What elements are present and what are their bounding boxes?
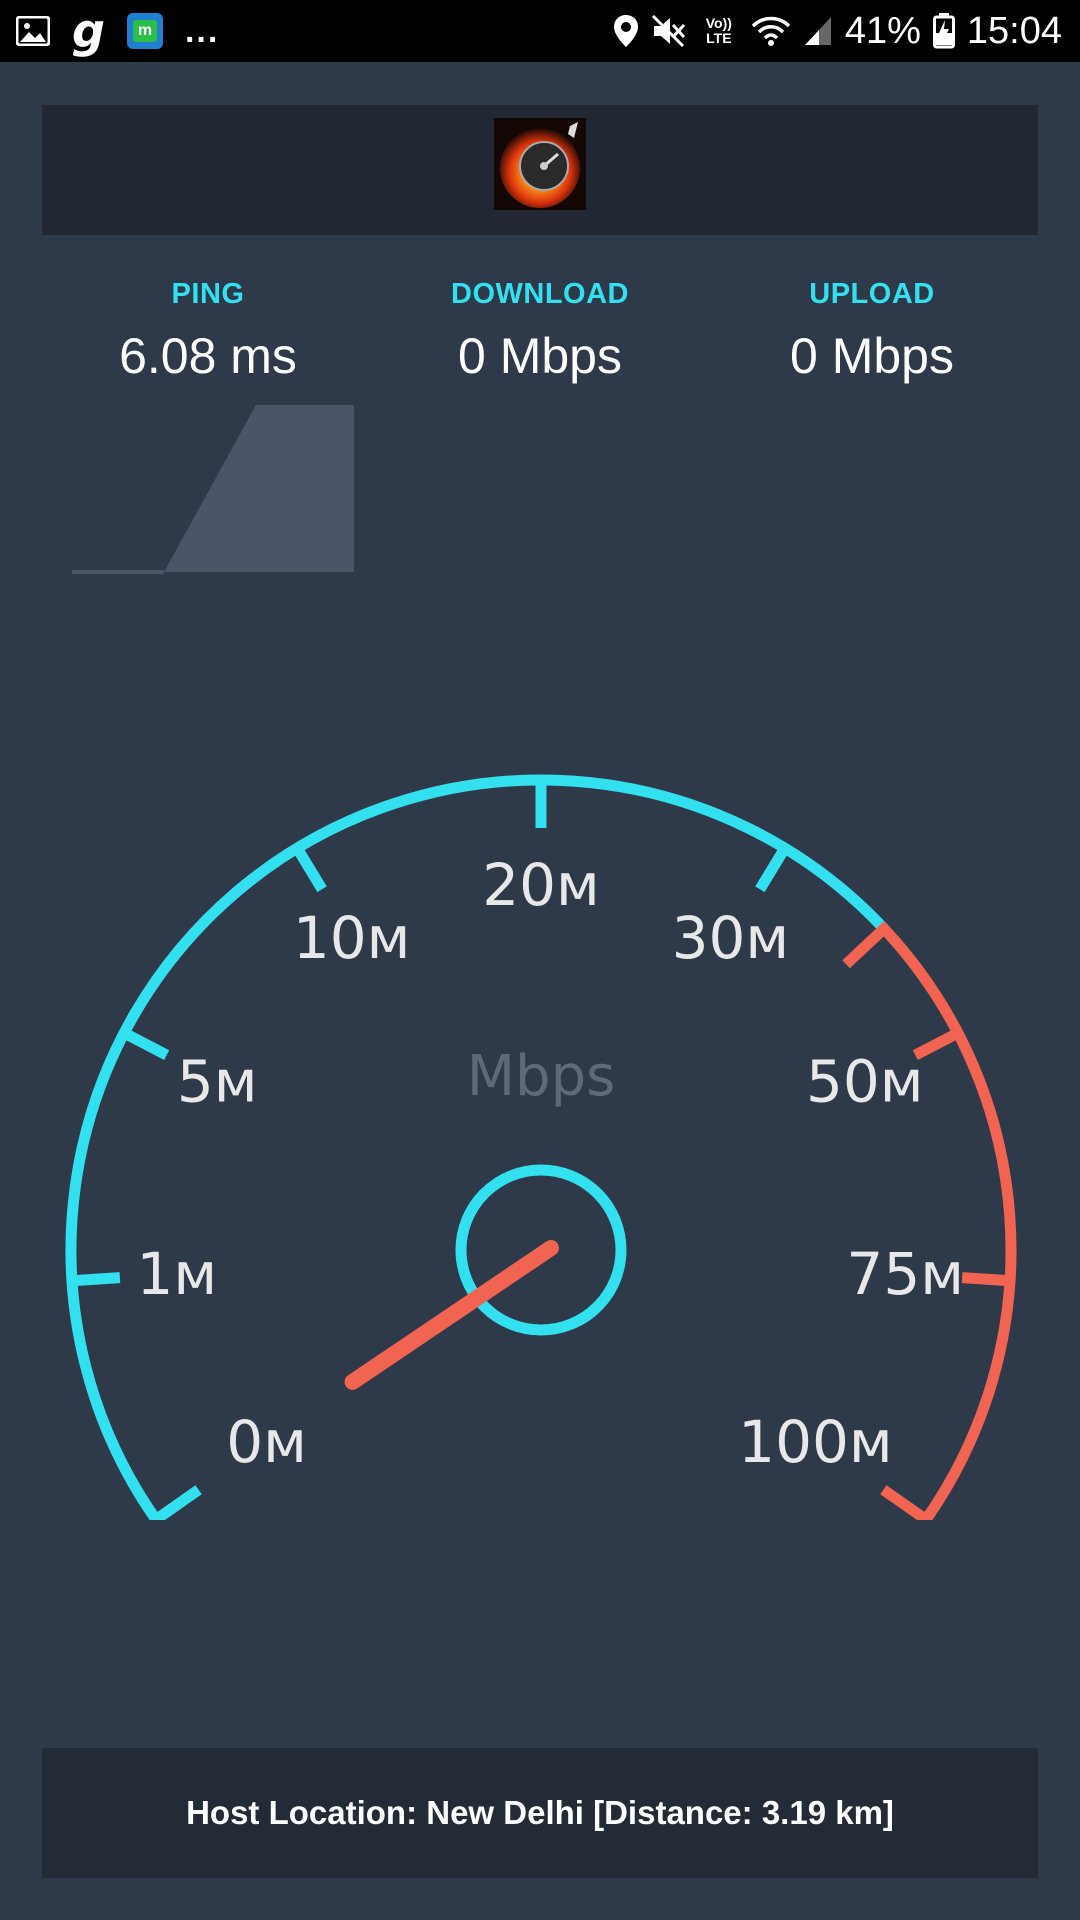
gauge-tick-label: 75м [846,1240,964,1308]
wifi-icon [751,15,791,47]
header-banner [42,105,1038,235]
download-stat: DOWNLOAD 0 Mbps [380,278,700,385]
status-bar: g m ... Vo)) LTE 41% 15:04 [0,0,1080,62]
battery-percent: 41% [844,9,921,52]
download-label: DOWNLOAD [451,278,629,310]
ping-label: PING [171,278,245,310]
mute-icon [651,14,687,48]
gauge-tick-mark [71,1272,121,1287]
ping-value: 6.08 ms [119,328,297,384]
gauge-tick-mark [121,1028,170,1061]
host-location-bar: Host Location: New Delhi [Distance: 3.19… [42,1748,1038,1878]
download-value: 0 Mbps [458,328,622,384]
app-logo [494,118,586,210]
gauge-tick-label: 10м [293,904,411,972]
speedometer-gauge: 0м 1м 5м 10м 20м 30м 50м 75м 100м Mbps [0,740,1080,1527]
battery-charging-icon [932,13,955,49]
host-location-text: Host Location: New Delhi [Distance: 3.19… [186,1794,894,1831]
gauge-end-cap [842,921,892,969]
ping-stat: PING 6.08 ms [48,278,368,385]
gauge-tick-label: 5м [177,1047,258,1115]
location-icon [613,14,639,48]
more-notifications-indicator: ... [184,11,220,50]
upload-stat: UPLOAD 0 Mbps [712,278,1032,385]
gauge-end-cap [148,1485,202,1527]
gallery-icon [16,16,50,46]
ping-graph-area [164,405,354,572]
volte-icon: Vo)) LTE [705,15,732,46]
gauge-tick-mark [755,845,790,893]
gauge-tick-mark [292,845,327,893]
upload-value: 0 Mbps [790,328,954,384]
clock: 15:04 [966,9,1062,52]
ping-graph [70,405,360,580]
gauge-tick-mark [961,1272,1011,1287]
gauge-tick-label: 1м [136,1240,217,1308]
upload-label: UPLOAD [809,278,935,310]
gauge-tick-label: 20м [482,851,600,919]
gauge-tick-label: 0м [226,1408,307,1476]
gauge-unit-label: Mbps [467,1044,616,1109]
gauge-tick-label: 100м [738,1408,892,1476]
signal-icon [803,15,833,47]
m-app-icon: m [126,13,163,49]
g-app-icon: g [72,4,105,58]
gauge-needle [344,1240,559,1390]
gauge-end-cap [880,1485,934,1527]
gauge-tick-label: 30м [672,904,790,972]
gauge-arc-high [880,924,1017,1523]
gauge-tick-label: 50м [806,1047,924,1115]
